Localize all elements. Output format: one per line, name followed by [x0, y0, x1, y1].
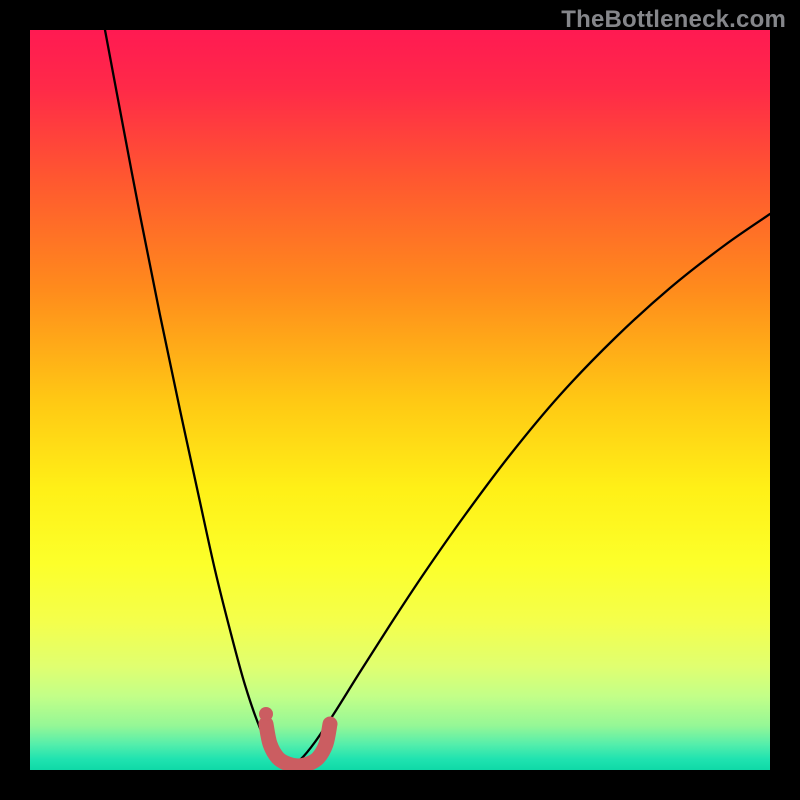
valley-marker-dot [259, 707, 273, 721]
chart-frame: TheBottleneck.com [0, 0, 800, 800]
curves-layer [30, 30, 770, 770]
right-valley-curve [290, 214, 770, 766]
left-valley-curve [105, 30, 290, 766]
watermark-text: TheBottleneck.com [561, 6, 786, 34]
plot-area [30, 30, 770, 770]
valley-marker [266, 724, 330, 766]
